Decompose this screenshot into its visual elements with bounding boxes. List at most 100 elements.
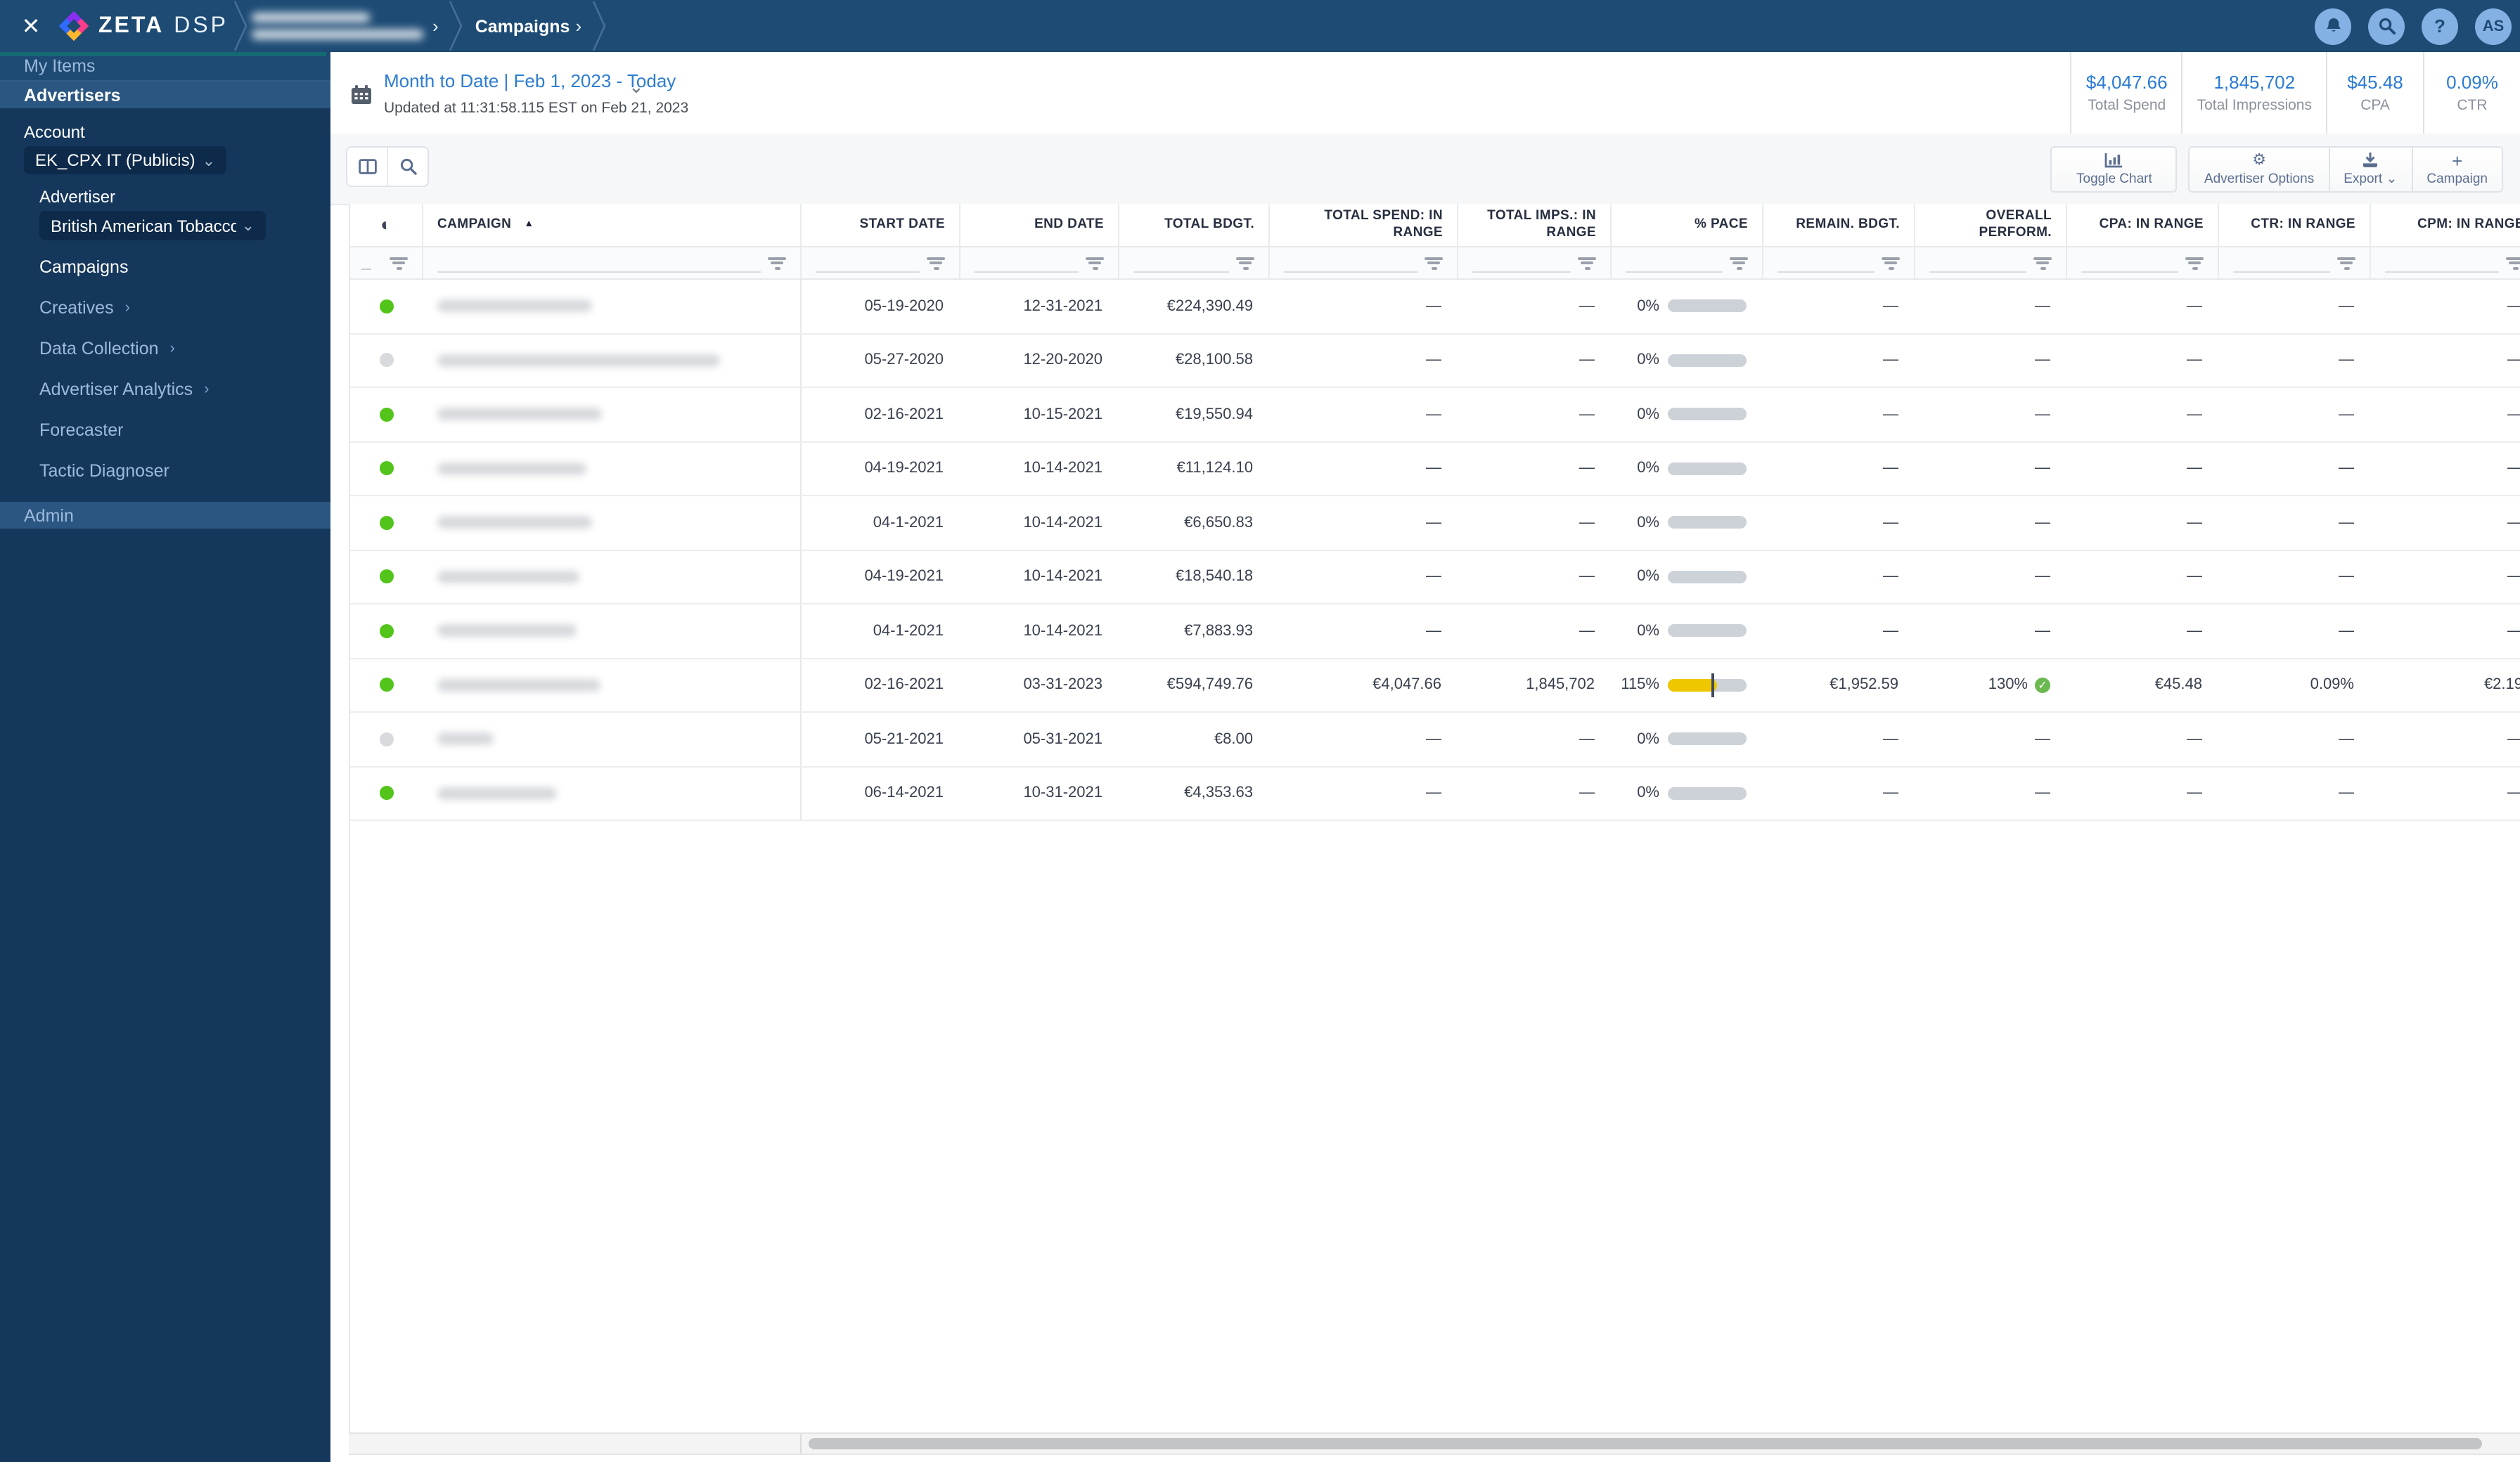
export-button[interactable]: Export ⌄	[2329, 146, 2413, 193]
sidebar-item-creatives[interactable]: Creatives ›	[0, 294, 330, 322]
search-icon[interactable]	[387, 148, 428, 186]
filter-cell-spend[interactable]	[1270, 247, 1458, 278]
cell-ctr: —	[2339, 351, 2354, 369]
filter-cell-end[interactable]	[960, 247, 1119, 278]
sidebar-item-campaigns[interactable]: Campaigns	[0, 253, 330, 281]
table-row[interactable]: 04-1-2021 10-14-2021 €6,650.83 — — 0% — — — — —	[350, 496, 2520, 550]
column-header-campaign[interactable]: CAMPAIGN ▲	[423, 204, 802, 246]
sidebar-item-advertisers[interactable]: Advertisers	[0, 82, 330, 108]
filter-cell-cpm[interactable]	[2371, 247, 2520, 278]
column-header-perform[interactable]: OVERALL PERFORM.	[1915, 204, 2067, 246]
cell-cpm: —	[2371, 442, 2520, 495]
table-row[interactable]: 02-16-2021 10-15-2021 €19,550.94 — — 0% — — — — —	[350, 388, 2520, 442]
search-icon[interactable]	[2368, 8, 2405, 44]
column-header-cpm[interactable]: CPM: IN RANGE	[2371, 204, 2520, 246]
cell-budget: €8.00	[1214, 730, 1253, 748]
toggle-chart-button[interactable]: Toggle Chart	[2050, 146, 2178, 193]
breadcrumb-campaigns[interactable]: Campaigns	[475, 16, 570, 36]
column-header-remain[interactable]: REMAIN. BDGT.	[1763, 204, 1915, 246]
half-circle-icon: ◐	[380, 213, 392, 235]
filter-cell-start[interactable]	[802, 247, 960, 278]
cell-start: 04-1-2021	[873, 514, 944, 531]
add-campaign-button[interactable]: + Campaign	[2412, 146, 2503, 193]
account-select[interactable]: EK_CPX IT (Publicis) ⌄	[24, 146, 226, 174]
columns-icon[interactable]	[347, 148, 387, 186]
stat-total-spend: $4,047.66 Total Spend	[2070, 52, 2182, 134]
column-header-cpa[interactable]: CPA: IN RANGE	[2067, 204, 2219, 246]
table-row[interactable]: 05-27-2020 12-20-2020 €28,100.58 — — 0% — — — — —	[350, 334, 2520, 388]
column-header-start[interactable]: START DATE	[802, 204, 960, 246]
column-header-imps[interactable]: TOTAL IMPS.: IN RANGE	[1458, 204, 1612, 246]
chevron-down-icon[interactable]: ⌄	[629, 76, 644, 98]
campaign-name-redacted[interactable]	[437, 462, 586, 475]
campaign-name-redacted[interactable]	[437, 732, 494, 746]
breadcrumb-separator-icon	[231, 0, 248, 52]
advertiser-options-button[interactable]: ⚙ Advertiser Options	[2188, 146, 2330, 193]
campaign-name-redacted[interactable]	[437, 408, 602, 421]
filter-cell-imps[interactable]	[1458, 247, 1612, 278]
campaign-name-redacted[interactable]	[437, 299, 592, 313]
advertiser-select[interactable]: British American Tobacco B... ⌄	[39, 211, 266, 240]
cell-status	[350, 442, 423, 495]
cell-end: 10-14-2021	[1023, 568, 1102, 586]
table-row[interactable]: 05-19-2020 12-31-2021 €224,390.49 — — 0% — — — — —	[350, 280, 2520, 334]
help-icon[interactable]: ?	[2422, 8, 2458, 44]
cell-campaign	[423, 604, 802, 657]
table-row[interactable]: 02-16-2021 03-31-2023 €594,749.76 €4,047.66…	[350, 659, 2520, 713]
sidebar-item-tactic-diagnoser[interactable]: Tactic Diagnoser	[0, 457, 330, 485]
cell-ctr: —	[2339, 568, 2354, 586]
column-header-pace[interactable]: % PACE	[1612, 204, 1763, 246]
pace-value: 0%	[1637, 784, 1659, 802]
column-header-status[interactable]: ◐	[350, 204, 423, 246]
campaign-name-redacted[interactable]	[437, 570, 579, 583]
campaign-name-redacted[interactable]	[437, 624, 577, 638]
account-value: EK_CPX IT (Publicis)	[35, 150, 195, 170]
breadcrumb-account-redacted[interactable]	[251, 0, 427, 52]
filter-cell-ctr[interactable]	[2219, 247, 2371, 278]
filter-cell-campaign[interactable]	[423, 247, 802, 278]
column-header-end[interactable]: END DATE	[960, 204, 1119, 246]
sidebar-item-admin[interactable]: Admin	[0, 502, 330, 529]
cell-ctr: —	[2339, 406, 2354, 423]
campaign-name-redacted[interactable]	[437, 787, 557, 800]
campaign-name-redacted[interactable]	[437, 354, 720, 367]
column-header-spend[interactable]: TOTAL SPEND: IN RANGE	[1270, 204, 1458, 246]
table-row[interactable]: 06-14-2021 10-31-2021 €4,353.63 — — 0% — — — — —	[350, 767, 2520, 821]
chevron-down-icon: ⌄	[202, 153, 215, 169]
cell-cpa: —	[2187, 514, 2202, 531]
table-row[interactable]: 04-1-2021 10-14-2021 €7,883.93 — — 0% — — — — —	[350, 604, 2520, 659]
filter-cell-pace[interactable]	[1612, 247, 1763, 278]
campaign-name-redacted[interactable]	[437, 678, 600, 692]
avatar[interactable]: AS	[2475, 8, 2512, 44]
chevron-right-icon: ›	[169, 340, 175, 357]
filter-icon	[1086, 257, 1104, 269]
column-header-ctr[interactable]: CTR: IN RANGE	[2219, 204, 2371, 246]
sidebar-item-data-collection[interactable]: Data Collection ›	[0, 335, 330, 363]
filter-cell-cpa[interactable]	[2067, 247, 2219, 278]
sidebar-item-my-items[interactable]: My Items	[0, 52, 330, 82]
filter-cell-perform[interactable]	[1915, 247, 2067, 278]
cell-cpm: —	[2371, 496, 2520, 549]
table-row[interactable]: 04-19-2021 10-14-2021 €11,124.10 — — 0% — — — — —	[350, 442, 2520, 496]
breadcrumb-separator-icon	[447, 0, 464, 52]
column-header-budget[interactable]: TOTAL BDGT.	[1119, 204, 1270, 246]
cell-perform: 130% ✓	[1915, 659, 2067, 711]
notifications-bell-icon[interactable]	[2315, 8, 2351, 44]
summary-stats: $4,047.66 Total Spend 1,845,702 Total Impre…	[2070, 52, 2520, 134]
sidebar-item-forecaster[interactable]: Forecaster	[0, 416, 330, 444]
filter-cell-remain[interactable]	[1763, 247, 1915, 278]
stat-label: CPA	[2360, 97, 2390, 114]
scrollbar-thumb[interactable]	[809, 1438, 2482, 1449]
campaign-name-redacted[interactable]	[437, 516, 592, 529]
close-icon[interactable]: ✕	[18, 12, 44, 40]
sidebar-item-advertiser-analytics[interactable]: Advertiser Analytics ›	[0, 375, 330, 403]
table-row[interactable]: 05-21-2021 05-31-2021 €8.00 — — 0% — — — — —	[350, 713, 2520, 767]
date-header: Month to Date | Feb 1, 2023 - Today Upda…	[330, 52, 2520, 135]
table-filter-row	[350, 247, 2520, 280]
filter-cell-status[interactable]	[350, 247, 423, 278]
sidebar-accent-line	[0, 52, 326, 56]
filter-cell-budget[interactable]	[1119, 247, 1270, 278]
pace-bar	[1668, 516, 1747, 529]
filter-icon	[1425, 257, 1443, 269]
table-row[interactable]: 04-19-2021 10-14-2021 €18,540.18 — — 0% — — — — —	[350, 550, 2520, 604]
